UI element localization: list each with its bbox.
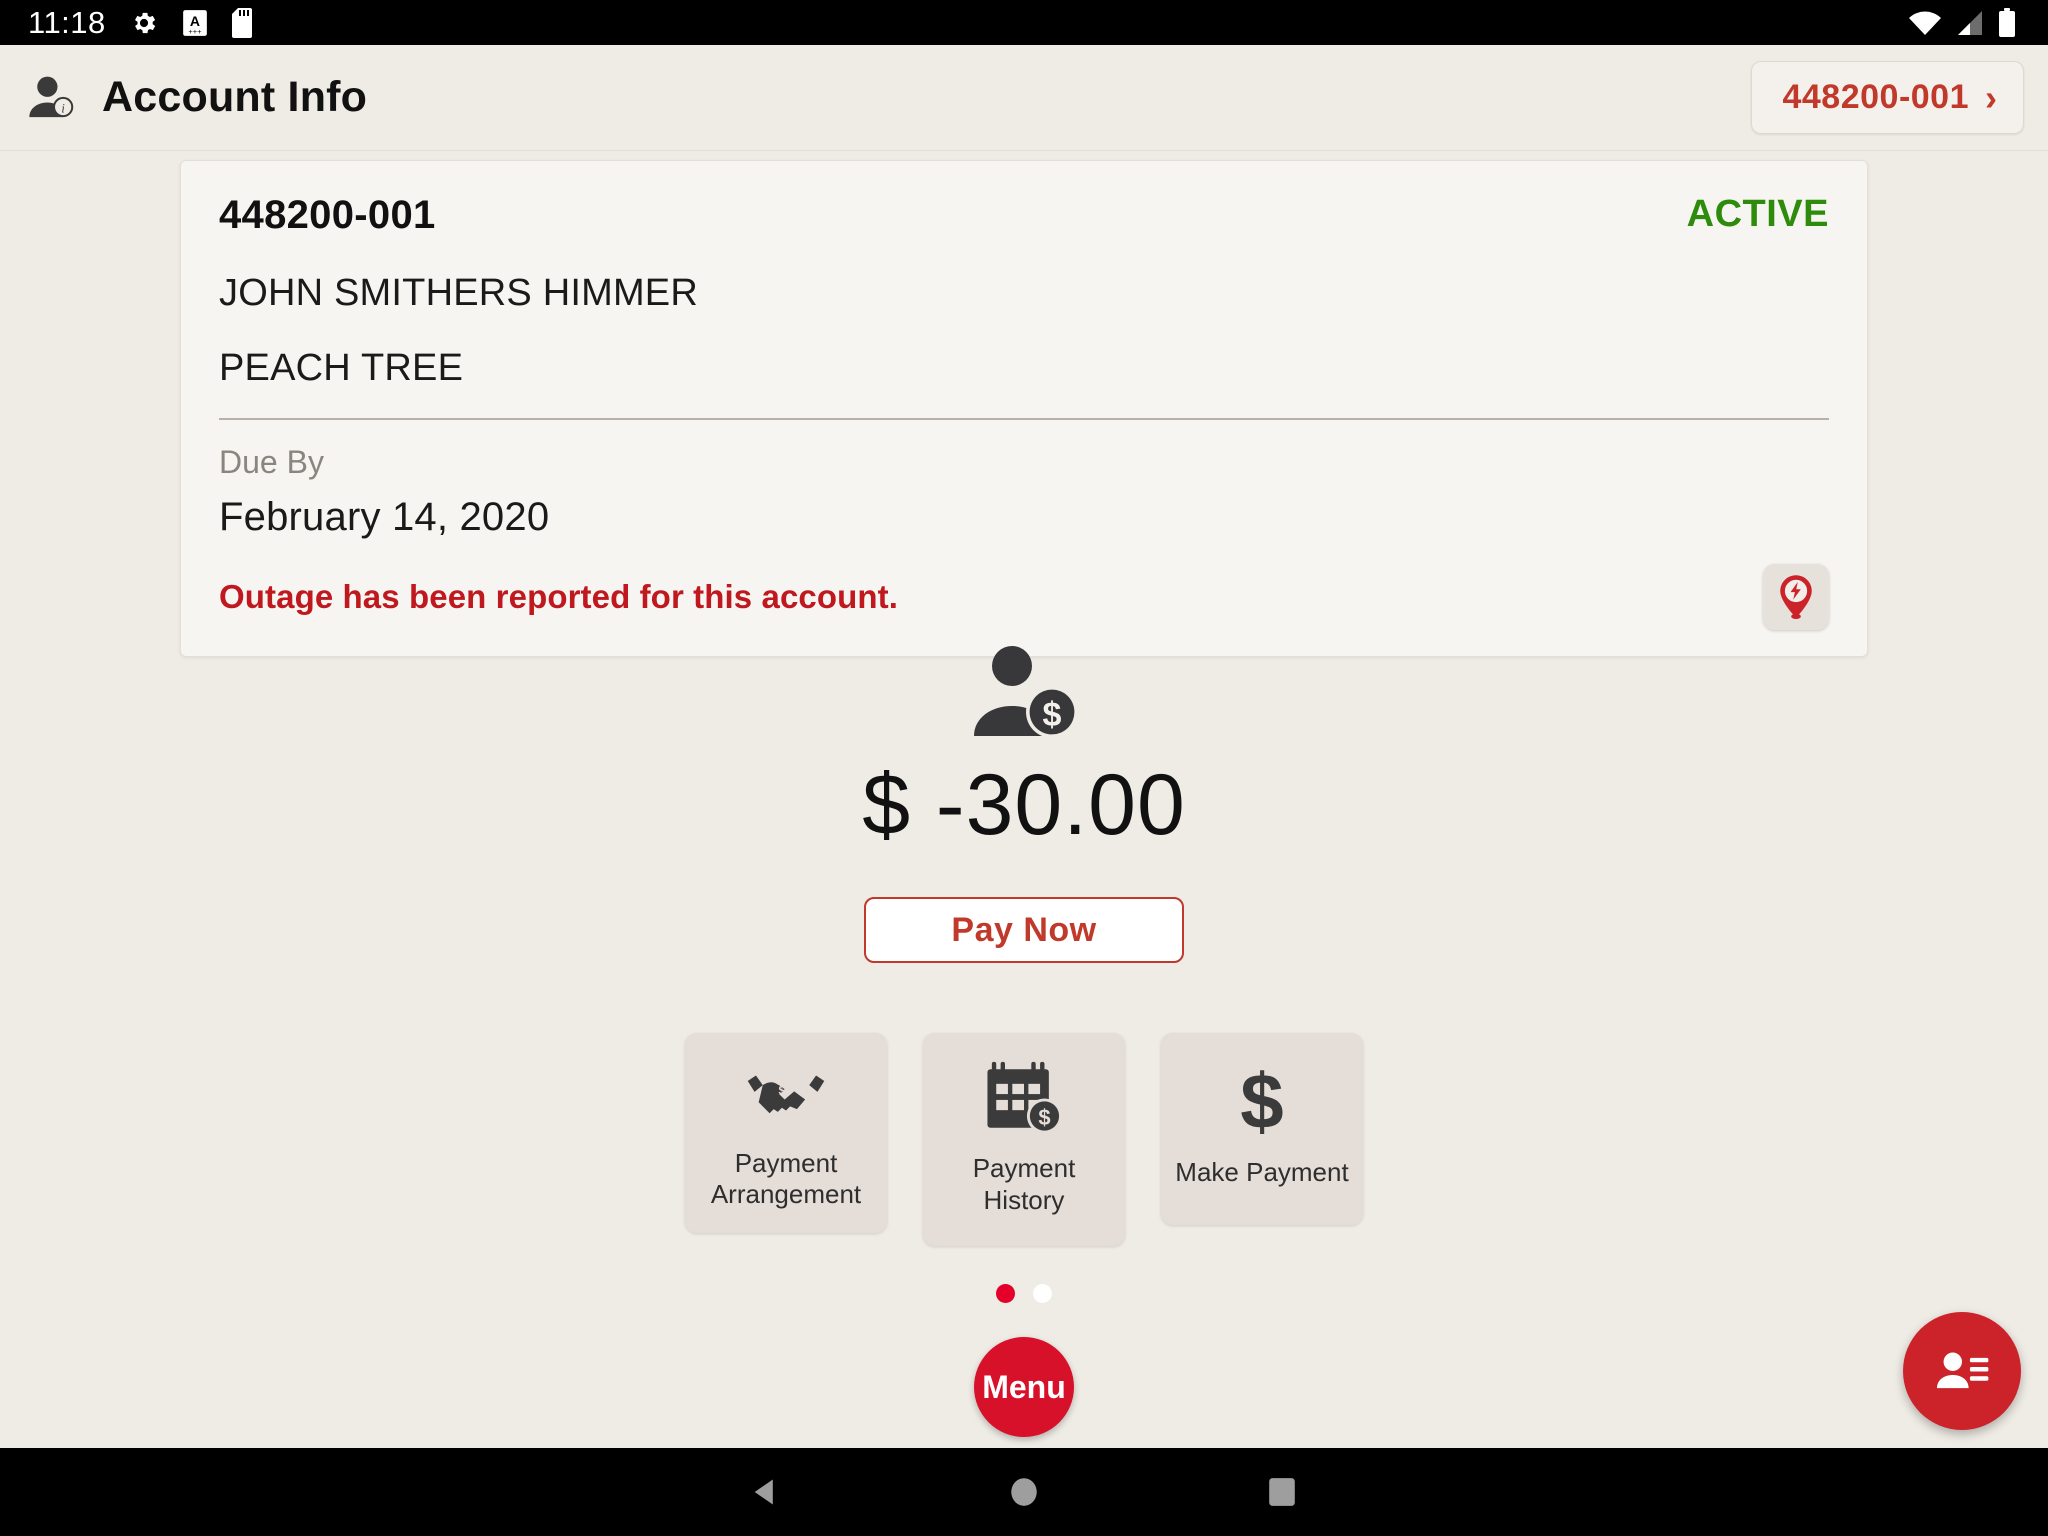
account-info-icon: i [26,71,80,125]
card-divider [219,418,1829,420]
handshake-icon: $ [745,1063,827,1130]
outage-pin-icon[interactable] [1763,564,1829,630]
pager-dot-2[interactable] [1033,1284,1052,1303]
wifi-icon [1908,10,1942,36]
status-bar-left-group: 11:18 A +++ [0,5,256,41]
customer-balance-icon: $ [964,640,1084,740]
home-circle-icon [1011,1478,1037,1506]
outage-row: Outage has been reported for this accoun… [219,564,1829,630]
contact-fab-button[interactable] [1903,1312,2021,1430]
nav-back-button[interactable] [637,1475,895,1509]
android-status-bar: 11:18 A +++ [0,0,2048,45]
android-navigation-bar [0,1448,2048,1536]
dollar-sign-icon: $ [1232,1062,1292,1140]
status-bar-right-group [1908,7,2048,38]
a-font-icon: A +++ [182,9,208,37]
svg-text:i: i [61,101,65,115]
app-screen: 11:18 A +++ i Account Info 448200-001 › … [0,0,2048,1536]
account-selector-button[interactable]: 448200-001 › [1751,61,2024,134]
svg-text:+++: +++ [188,26,202,35]
tile-payment-history[interactable]: $ Payment History [923,1033,1125,1246]
account-card-header-row: 448200-001 ACTIVE [219,193,1829,238]
balance-section: $ $ -30.00 Pay Now [0,640,2048,963]
tile-make-payment-label: Make Payment [1175,1157,1349,1187]
tile-make-payment[interactable]: $ Make Payment [1161,1033,1363,1225]
chevron-right-icon: › [1985,76,1997,118]
recents-square-icon [1269,1478,1295,1506]
gear-icon [130,9,158,37]
balance-amount: $ -30.00 [862,757,1186,853]
status-badge: ACTIVE [1686,193,1829,235]
pager-dots [0,1284,2048,1303]
sd-card-icon [231,7,256,38]
svg-text:$: $ [1240,1062,1283,1140]
menu-button[interactable]: Menu [974,1337,1074,1437]
quick-actions-row: $ Payment Arrangement $ Payment History … [0,1033,2048,1246]
app-header-bar: i Account Info 448200-001 › [0,45,2048,150]
service-address: PEACH TREE [219,347,464,389]
tile-payment-arrangement[interactable]: $ Payment Arrangement [685,1033,887,1233]
battery-icon [1998,7,2016,38]
tile-payment-arrangement-label: Payment Arrangement [710,1147,862,1210]
outage-message: Outage has been reported for this accoun… [219,578,898,615]
customer-name: JOHN SMITHERS HIMMER [219,272,698,314]
due-by-label: Due By [219,444,324,480]
account-summary-card[interactable]: 448200-001 ACTIVE JOHN SMITHERS HIMMER P… [180,160,1868,657]
pay-now-button[interactable]: Pay Now [864,897,1184,963]
svg-text:$: $ [1038,1105,1050,1130]
pager-dot-1[interactable] [996,1284,1015,1303]
due-by-date: February 14, 2020 [219,495,550,539]
account-number: 448200-001 [219,193,436,237]
back-triangle-icon [754,1479,773,1505]
svg-text:$: $ [778,1084,785,1098]
nav-home-button[interactable] [895,1475,1153,1509]
nav-recents-button[interactable] [1153,1476,1411,1508]
contact-card-icon [1933,1345,1991,1397]
status-bar-clock: 11:18 [28,4,106,40]
page-title: Account Info [102,73,368,121]
cell-signal-icon [1956,10,1984,36]
calendar-dollar-icon: $ [984,1059,1064,1135]
svg-text:$: $ [1043,696,1062,734]
tile-payment-history-label: Payment History [972,1153,1076,1215]
page-title-group: i Account Info [0,71,367,125]
account-selector-label: 448200-001 [1782,78,1969,116]
